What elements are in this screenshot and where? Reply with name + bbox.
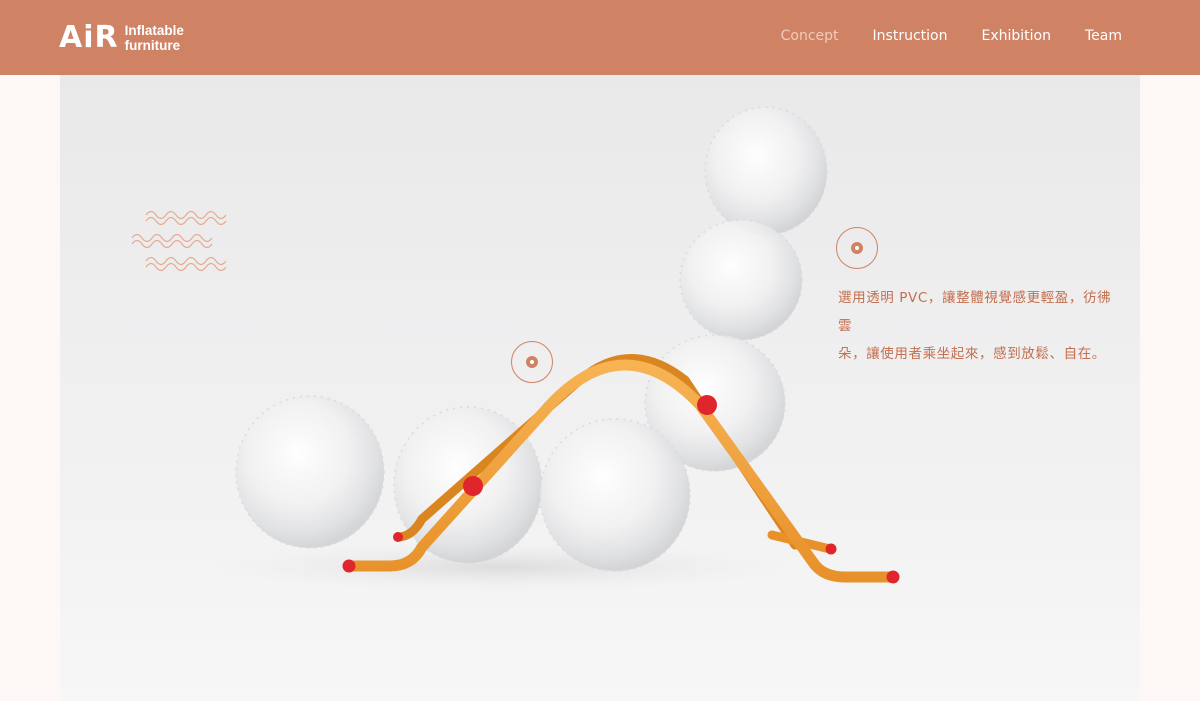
joint (463, 476, 483, 496)
nav-exhibition[interactable]: Exhibition (981, 28, 1051, 44)
logo-line-1: Inflatable (124, 23, 184, 38)
balloon (704, 106, 828, 236)
nav-concept[interactable]: Concept (781, 28, 839, 44)
hotspot-material[interactable] (836, 227, 878, 269)
logo-mark: AiR (59, 20, 119, 55)
end-cap (342, 559, 356, 573)
end-cap (393, 532, 403, 542)
main-nav: Concept Instruction Exhibition Team (747, 28, 1122, 44)
target-icon (526, 356, 538, 368)
site-header: AiR Inflatable furniture Concept Instruc… (0, 0, 1200, 75)
wave-decoration (131, 210, 227, 272)
balloons (235, 106, 828, 572)
caption-line-2: 朵，讓使用者乘坐起來，感到放鬆、自在。 (838, 346, 1106, 362)
logo-subtitle: Inflatable furniture (125, 23, 184, 53)
hotspot-frame[interactable] (511, 341, 553, 383)
balloon (539, 418, 691, 572)
target-icon (851, 242, 863, 254)
nav-instruction[interactable]: Instruction (873, 28, 948, 44)
end-cap (825, 543, 837, 555)
joint (697, 395, 717, 415)
product-photo (131, 106, 900, 593)
logo-line-2: furniture (124, 38, 181, 53)
balloon (235, 395, 385, 549)
hotspot-caption: 選用透明 PVC，讓整體視覺感更輕盈，彷彿雲 朵，讓使用者乘坐起來，感到放鬆、自… (838, 284, 1118, 368)
logo[interactable]: AiR Inflatable furniture (59, 20, 184, 56)
caption-line-1: 選用透明 PVC，讓整體視覺感更輕盈，彷彿雲 (838, 290, 1112, 334)
end-cap (886, 570, 900, 584)
hero-image: 選用透明 PVC，讓整體視覺感更輕盈，彷彿雲 朵，讓使用者乘坐起來，感到放鬆、自… (60, 75, 1140, 701)
balloon (679, 219, 803, 341)
nav-team[interactable]: Team (1085, 28, 1122, 44)
